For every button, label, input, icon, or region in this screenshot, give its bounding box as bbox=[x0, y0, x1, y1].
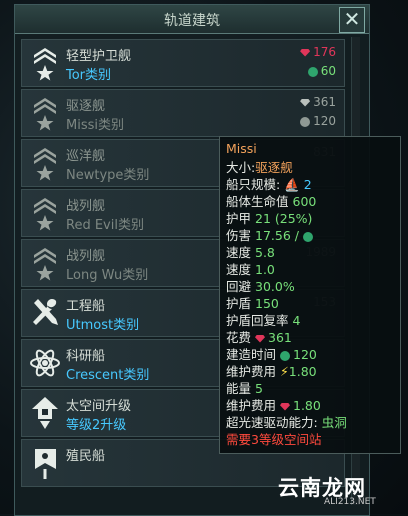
item-class: Long Wu类别 bbox=[66, 268, 149, 283]
item-class: 等级2升级 bbox=[66, 418, 127, 433]
build-item-corvette[interactable]: 轻型护卫舰 Tor类别 176 60 bbox=[21, 39, 345, 87]
clock-icon bbox=[307, 66, 318, 77]
watermark-sub: ALI213.NET bbox=[324, 497, 376, 507]
item-name: 太空间升级 bbox=[66, 399, 132, 414]
item-class: Red Evil类别 bbox=[66, 218, 144, 233]
item-class: Utmost类别 bbox=[66, 318, 140, 333]
rank-chevrons-star-icon bbox=[34, 148, 56, 181]
rank-chevrons-star-icon bbox=[34, 248, 56, 281]
rank-chevrons-star-icon bbox=[34, 48, 56, 81]
item-name: 巡洋舰 bbox=[66, 149, 106, 164]
tooltip-title: Missi bbox=[226, 141, 257, 156]
mineral-icon bbox=[300, 48, 311, 57]
item-name: 殖民船 bbox=[66, 449, 106, 464]
ship-icon: ⛵ bbox=[284, 177, 300, 192]
mineral-icon bbox=[255, 334, 265, 343]
item-name: 战列舰 bbox=[66, 199, 106, 214]
item-name: 驱逐舰 bbox=[66, 99, 106, 114]
build-item-destroyer[interactable]: 驱逐舰 Missi类别 361 120 bbox=[21, 89, 345, 137]
item-name: 科研船 bbox=[66, 349, 106, 364]
mineral-icon bbox=[300, 98, 311, 107]
cost-minerals: 176 bbox=[300, 45, 336, 59]
item-class: Tor类别 bbox=[66, 68, 112, 83]
item-name: 工程船 bbox=[66, 299, 106, 314]
clock-icon bbox=[300, 116, 311, 127]
item-class: Newtype类别 bbox=[66, 168, 150, 183]
title-bar: 轨道建筑 ✕ bbox=[15, 5, 369, 34]
panel-title: 轨道建筑 bbox=[164, 13, 220, 29]
mineral-icon bbox=[280, 402, 290, 411]
ship-tooltip: Missi 大小:驱逐舰 船只规模: ⛵ 2 船体生命值 600 护甲 21 (… bbox=[219, 136, 401, 454]
item-class: Crescent类别 bbox=[66, 368, 150, 383]
item-name: 战列舰 bbox=[66, 249, 106, 264]
wrench-tools-icon bbox=[33, 299, 58, 325]
clock-icon bbox=[302, 231, 313, 242]
rank-chevrons-star-icon bbox=[34, 98, 56, 131]
clock-icon bbox=[280, 350, 290, 361]
atom-icon bbox=[30, 349, 60, 377]
tooltip-requirement: 需要3等级空间站 bbox=[226, 432, 322, 447]
cost-minerals: 361 bbox=[300, 95, 336, 109]
energy-icon: ⚡ bbox=[280, 364, 289, 379]
close-button[interactable]: ✕ bbox=[339, 7, 365, 33]
item-name: 轻型护卫舰 bbox=[66, 49, 132, 64]
item-class: Missi类别 bbox=[66, 118, 124, 133]
rank-chevrons-star-icon bbox=[34, 198, 56, 231]
station-upgrade-icon bbox=[32, 397, 58, 429]
cost-time: 60 bbox=[307, 64, 336, 78]
close-icon: ✕ bbox=[343, 7, 361, 31]
cost-time: 120 bbox=[300, 114, 336, 128]
colony-flag-icon bbox=[35, 449, 56, 479]
